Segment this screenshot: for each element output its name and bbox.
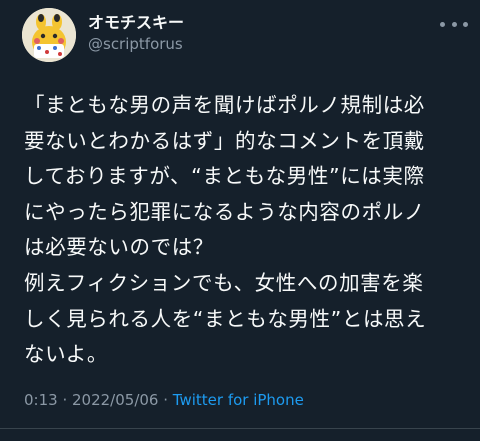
tweet-text-line: しく見られる人を“まともな男性”とは思え xyxy=(24,306,427,331)
user-handle[interactable]: @scriptforus xyxy=(88,34,184,54)
tweet-header: オモチスキー @scriptforus xyxy=(22,8,184,62)
tweet-source[interactable]: Twitter for iPhone xyxy=(173,391,304,409)
user-names: オモチスキー @scriptforus xyxy=(88,12,184,54)
tweet-text-line: 例えフィクションでも、女性への加害を楽 xyxy=(24,270,424,295)
tweet-card: オモチスキー @scriptforus 「まともな男の声を聞けばポルノ規制は必 … xyxy=(0,0,480,441)
tweet-text-line: にやったら犯罪になるような内容のポルノ xyxy=(24,199,425,224)
tweet-meta: 0:13 · 2022/05/06 · Twitter for iPhone xyxy=(24,390,304,410)
tweet-text-line: 要ないとわかるはず」的なコメントを頂戴 xyxy=(24,128,425,153)
tweet-text-line: 「まともな男の声を聞けばポルノ規制は必 xyxy=(24,93,425,117)
more-dot xyxy=(463,21,468,27)
meta-separator: · xyxy=(57,391,72,409)
more-dot xyxy=(451,21,457,27)
avatar-image xyxy=(22,8,76,62)
tweet-text-line: しておりますが、“まともな男性”には実際 xyxy=(24,164,425,189)
tweet-time[interactable]: 0:13 xyxy=(24,391,58,409)
avatar[interactable] xyxy=(22,8,76,62)
display-name[interactable]: オモチスキー xyxy=(88,12,184,34)
tweet-text: 「まともな男の声を聞けばポルノ規制は必 要ないとわかるはず」的なコメントを頂戴 … xyxy=(24,88,470,373)
more-icon[interactable] xyxy=(440,14,468,34)
divider xyxy=(0,428,480,429)
tweet-text-line: は必要ないのでは？ xyxy=(24,235,214,260)
meta-separator: · xyxy=(158,391,173,409)
tweet-date[interactable]: 2022/05/06 xyxy=(72,391,158,409)
more-dot xyxy=(440,21,445,27)
tweet-text-line: ないよ。 xyxy=(24,342,108,367)
